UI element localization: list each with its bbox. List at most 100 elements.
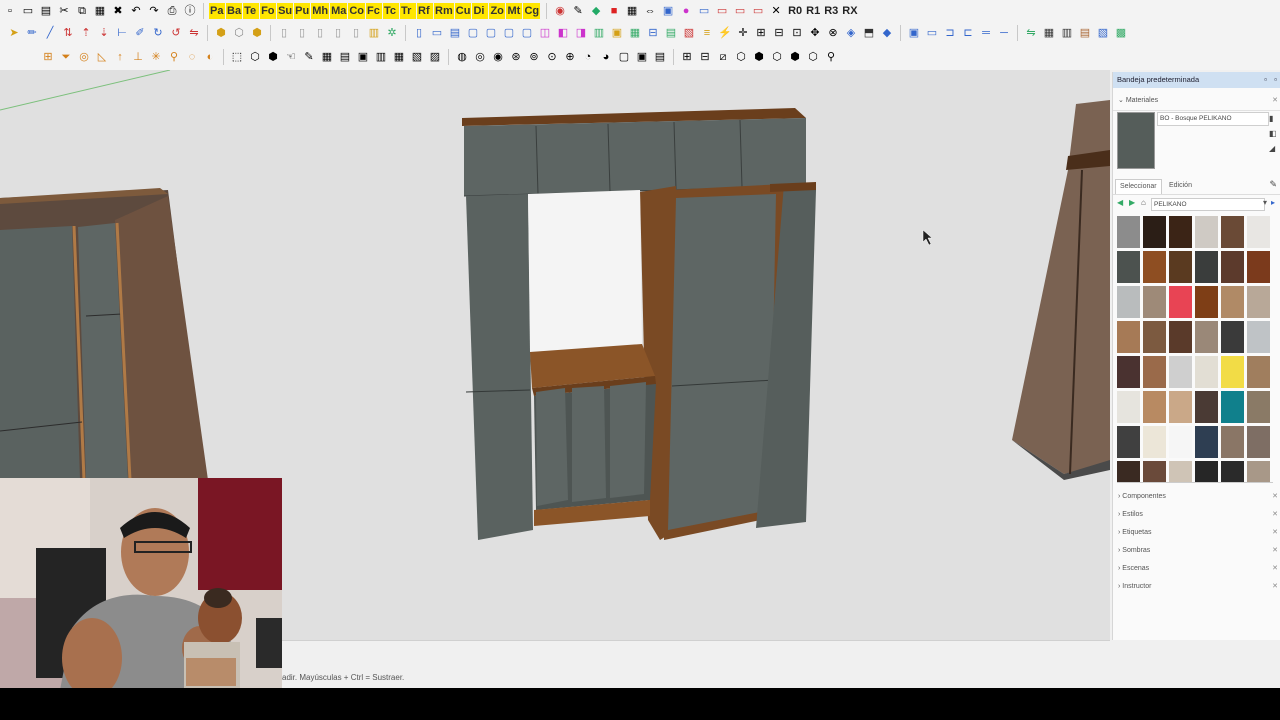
view-right-icon[interactable]: ⊏ [960, 25, 976, 41]
ring7-icon[interactable]: ⊕ [562, 49, 578, 65]
measure2-icon[interactable]: ⊞ [679, 49, 695, 65]
material-swatch[interactable] [1117, 391, 1140, 423]
material-swatch[interactable] [1221, 426, 1244, 458]
arrow-down-icon[interactable]: ⇣ [96, 25, 112, 41]
ring9-icon[interactable]: ◕ [598, 49, 614, 65]
shaded-icon[interactable]: ▤ [1077, 25, 1093, 41]
plugin-green-icon[interactable]: ◆ [588, 3, 604, 19]
ring4-icon[interactable]: ⊛ [508, 49, 524, 65]
plugin-rect2-icon[interactable]: ▭ [714, 3, 730, 19]
pin-icon[interactable]: ▫ [1264, 72, 1267, 88]
pen-icon[interactable]: ✎ [301, 49, 317, 65]
frame2-icon[interactable]: ▢ [483, 25, 499, 41]
frame5-icon[interactable]: ▢ [616, 49, 632, 65]
plugin-grid-icon[interactable]: ▦ [624, 3, 640, 19]
texture-icon[interactable]: ▧ [1095, 25, 1111, 41]
stack-icon[interactable]: ≡ [699, 25, 715, 41]
material-swatch[interactable] [1221, 251, 1244, 283]
triangle-icon[interactable]: ◺ [94, 49, 110, 65]
paste-icon[interactable]: ▦ [92, 3, 108, 19]
new-file-icon[interactable]: ▫ [2, 3, 18, 19]
material-swatch[interactable] [1169, 356, 1192, 388]
grid4-icon[interactable]: ▤ [337, 49, 353, 65]
measure3-icon[interactable]: ⊟ [697, 49, 713, 65]
material-swatch[interactable] [1169, 391, 1192, 423]
hinge-icon[interactable]: ◫ [537, 25, 553, 41]
handle2-icon[interactable]: ◨ [573, 25, 589, 41]
wireframe-icon[interactable]: ▦ [1041, 25, 1057, 41]
material-swatch[interactable] [1143, 321, 1166, 353]
cloud-icon[interactable]: ◆ [879, 25, 895, 41]
material-swatch[interactable] [1247, 216, 1270, 248]
material-swatch[interactable] [1221, 461, 1244, 482]
plugin-tab-fo[interactable]: Fo [260, 3, 277, 19]
cube-icon[interactable]: ⬡ [247, 49, 263, 65]
ring5-icon[interactable]: ⊚ [526, 49, 542, 65]
material-swatch[interactable] [1195, 251, 1218, 283]
plugin-tab-fc[interactable]: Fc [366, 3, 383, 19]
cube2-icon[interactable]: ⬢ [265, 49, 281, 65]
panel5-icon[interactable]: ▯ [348, 25, 364, 41]
rotation-tab-r0[interactable]: R0 [786, 5, 804, 17]
close-section-icon[interactable]: ✕ [1272, 92, 1278, 110]
material-swatch[interactable] [1169, 251, 1192, 283]
plugin-tab-rf[interactable]: Rf [417, 3, 434, 19]
slash-box-icon[interactable]: ⧄ [715, 49, 731, 65]
tray-section-sombras[interactable]: › Sombras ✕ [1113, 542, 1280, 560]
plugin-tab-tc[interactable]: Tc [383, 3, 400, 19]
hex-icon[interactable]: ⬡ [733, 49, 749, 65]
draw-box-icon[interactable]: ⊞ [40, 49, 56, 65]
tray-section-instructor[interactable]: › Instructor ✕ [1113, 578, 1280, 596]
materials-section-header[interactable]: ⌄ Materiales ✕ [1113, 92, 1280, 111]
box2-icon[interactable]: ▧ [409, 49, 425, 65]
plugin-tab-tr[interactable]: Tr [400, 3, 417, 19]
undo-icon[interactable]: ↶ [128, 3, 144, 19]
dim-icon[interactable]: ⊟ [645, 25, 661, 41]
material-swatch[interactable] [1143, 426, 1166, 458]
component-icon[interactable]: ⬢ [213, 25, 229, 41]
solid-icon[interactable]: ⬢ [249, 25, 265, 41]
handle-icon[interactable]: ◧ [555, 25, 571, 41]
frame4-icon[interactable]: ▢ [519, 25, 535, 41]
dropper-icon[interactable]: ◢ [1269, 144, 1279, 153]
shelf-icon[interactable]: ▤ [447, 25, 463, 41]
ring-icon[interactable]: ◍ [454, 49, 470, 65]
tray-section-etiquetas[interactable]: › Etiquetas ✕ [1113, 524, 1280, 542]
plugin-tab-pa[interactable]: Pa [209, 3, 225, 19]
plugin-tool-icon[interactable]: ✎ [570, 3, 586, 19]
plugin-rect4-icon[interactable]: ▭ [750, 3, 766, 19]
move-up-icon[interactable]: ⇅ [60, 25, 76, 41]
material-swatch[interactable] [1117, 251, 1140, 283]
pencil-icon[interactable]: ✏ [24, 25, 40, 41]
material-swatch[interactable] [1117, 426, 1140, 458]
close-section-icon[interactable]: ✕ [1272, 524, 1278, 542]
back-icon[interactable]: ◀ [1117, 198, 1123, 207]
frame7-icon[interactable]: ▤ [652, 49, 668, 65]
details-icon[interactable]: ▸ [1271, 198, 1275, 207]
section3-icon[interactable]: ⊡ [789, 25, 805, 41]
select-arrow-icon[interactable]: ➤ [6, 25, 22, 41]
plugin-tab-di[interactable]: Di [472, 3, 489, 19]
plugin-circle-icon[interactable]: ● [678, 3, 694, 19]
material-swatch[interactable] [1247, 426, 1270, 458]
label-icon[interactable]: ▤ [663, 25, 679, 41]
tray-section-estilos[interactable]: › Estilos ✕ [1113, 506, 1280, 524]
panel3-icon[interactable]: ▯ [312, 25, 328, 41]
material-swatch[interactable] [1169, 216, 1192, 248]
sun-icon[interactable]: ✳ [148, 49, 164, 65]
cut-list-icon[interactable]: ▧ [681, 25, 697, 41]
table-icon[interactable]: ▦ [391, 49, 407, 65]
material-swatch[interactable] [1247, 356, 1270, 388]
frame3-icon[interactable]: ▢ [501, 25, 517, 41]
material-swatch[interactable] [1117, 461, 1140, 482]
material-swatch[interactable] [1195, 286, 1218, 318]
material-swatch[interactable] [1169, 286, 1192, 318]
material-swatch[interactable] [1247, 321, 1270, 353]
stack2-icon[interactable]: ▨ [427, 49, 443, 65]
material-swatch[interactable] [1195, 426, 1218, 458]
plugin-rect-icon[interactable]: ▭ [696, 3, 712, 19]
chart-icon[interactable]: ▥ [373, 49, 389, 65]
material-swatch[interactable] [1247, 391, 1270, 423]
frame-icon[interactable]: ▢ [465, 25, 481, 41]
library-select[interactable]: PELIKANO [1151, 198, 1265, 211]
